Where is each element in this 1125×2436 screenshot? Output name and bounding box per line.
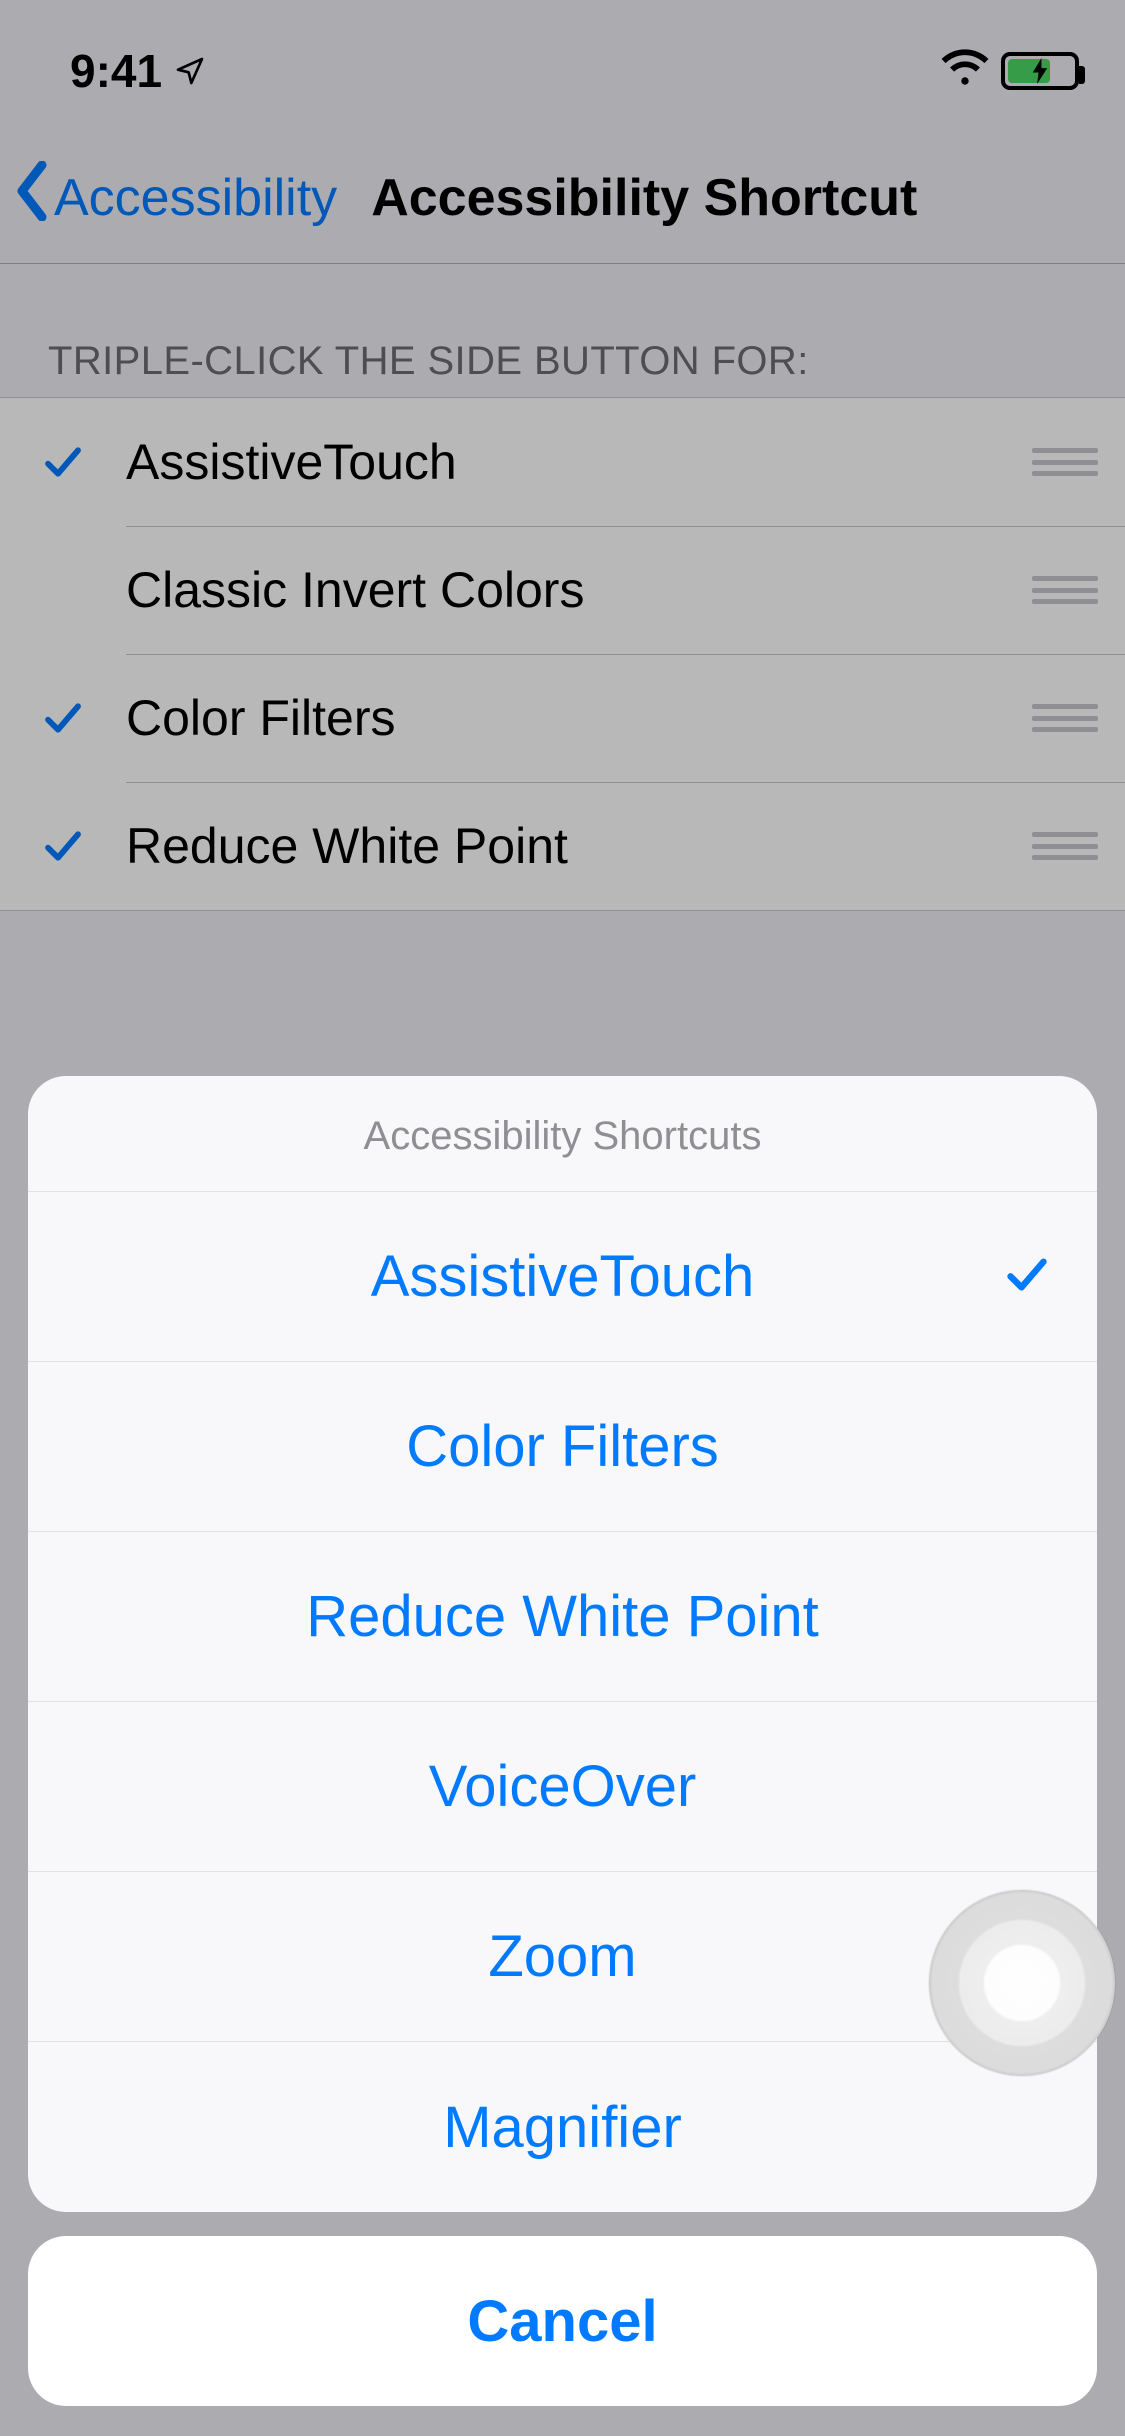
list-item-label: AssistiveTouch xyxy=(126,433,1005,491)
sheet-option-colorfilters[interactable]: Color Filters xyxy=(28,1362,1097,1532)
sheet-option-voiceover[interactable]: VoiceOver xyxy=(28,1702,1097,1872)
reorder-handle-icon[interactable] xyxy=(1005,704,1125,732)
list-item[interactable]: Color Filters xyxy=(0,654,1125,782)
action-sheet-group: Accessibility Shortcuts AssistiveTouch C… xyxy=(28,1076,1097,2212)
sheet-option-label: Zoom xyxy=(488,1923,636,1990)
list-item[interactable]: Classic Invert Colors xyxy=(0,526,1125,654)
action-sheet-title: Accessibility Shortcuts xyxy=(28,1076,1097,1192)
reorder-handle-icon[interactable] xyxy=(1005,448,1125,476)
reorder-handle-icon[interactable] xyxy=(1005,832,1125,860)
status-right xyxy=(941,49,1079,94)
assistivetouch-floating-button[interactable] xyxy=(929,1890,1115,2076)
list-item-label: Reduce White Point xyxy=(126,817,1005,875)
sheet-option-label: Reduce White Point xyxy=(306,1583,819,1650)
reorder-handle-icon[interactable] xyxy=(1005,576,1125,604)
sheet-option-assistivetouch[interactable]: AssistiveTouch xyxy=(28,1192,1097,1362)
status-time: 9:41 xyxy=(70,44,162,98)
back-button[interactable]: Accessibility xyxy=(0,161,337,234)
sheet-option-label: Magnifier xyxy=(443,2094,682,2161)
status-bar: 9:41 xyxy=(0,0,1125,132)
status-left: 9:41 xyxy=(70,44,206,98)
checkmark-icon xyxy=(0,698,126,738)
sheet-option-reducewhitepoint[interactable]: Reduce White Point xyxy=(28,1532,1097,1702)
sheet-option-label: AssistiveTouch xyxy=(371,1243,755,1310)
sheet-option-magnifier[interactable]: Magnifier xyxy=(28,2042,1097,2212)
nav-bar: Accessibility Accessibility Shortcut xyxy=(0,132,1125,264)
sheet-option-label: VoiceOver xyxy=(429,1753,697,1820)
battery-icon xyxy=(1001,52,1079,90)
section-header: TRIPLE-CLICK THE SIDE BUTTON FOR: xyxy=(0,339,1125,402)
checkmark-icon xyxy=(0,442,126,482)
list-item-label: Classic Invert Colors xyxy=(126,561,1005,619)
shortcut-list: AssistiveTouch Classic Invert Colors Col… xyxy=(0,397,1125,911)
page-title: Accessibility Shortcut xyxy=(371,168,917,228)
action-sheet: Accessibility Shortcuts AssistiveTouch C… xyxy=(28,1076,1097,2406)
location-icon xyxy=(174,44,206,98)
wifi-icon xyxy=(941,49,989,94)
cancel-label: Cancel xyxy=(467,2288,657,2355)
list-item[interactable]: AssistiveTouch xyxy=(0,398,1125,526)
checkmark-icon xyxy=(1005,1243,1049,1310)
sheet-option-label: Color Filters xyxy=(406,1413,719,1480)
list-item-label: Color Filters xyxy=(126,689,1005,747)
chevron-left-icon xyxy=(14,161,50,234)
cancel-button[interactable]: Cancel xyxy=(28,2236,1097,2406)
checkmark-icon xyxy=(0,826,126,866)
back-label: Accessibility xyxy=(54,168,337,228)
list-item[interactable]: Reduce White Point xyxy=(0,782,1125,910)
